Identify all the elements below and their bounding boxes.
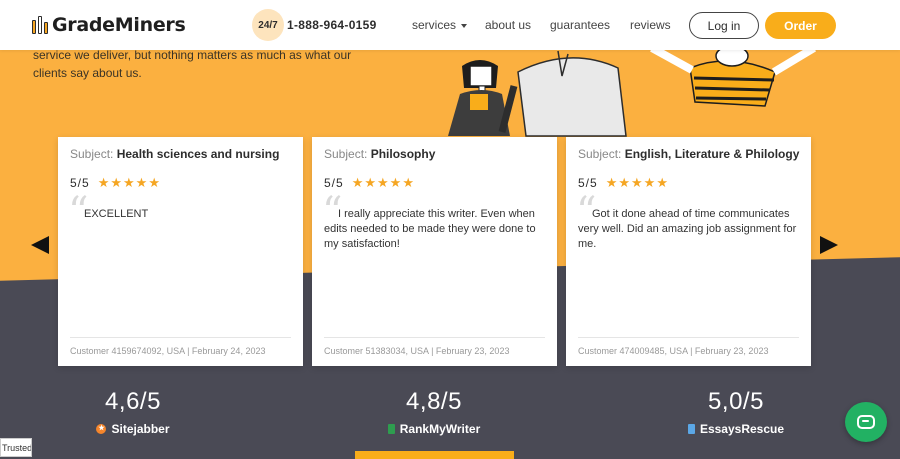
nav-services[interactable]: services xyxy=(412,18,468,32)
rating-value: 5/5 xyxy=(578,176,598,190)
card-divider xyxy=(578,337,799,338)
review-subject: Subject: English, Literature & Philology xyxy=(578,147,799,161)
review-card: Subject: Health sciences and nursing 5/5… xyxy=(58,137,303,366)
review-card: Subject: Philosophy 5/5 ★★★★★ “ I really… xyxy=(312,137,557,366)
active-score-indicator xyxy=(355,451,514,459)
rating-value: 5/5 xyxy=(324,176,344,190)
score-value: 4,6/5 xyxy=(105,388,161,415)
review-meta: Customer 51383034, USA | February 23, 20… xyxy=(324,346,510,356)
score-value: 5,0/5 xyxy=(708,388,764,415)
card-divider xyxy=(324,337,545,338)
score-site: RankMyWriter xyxy=(334,422,534,436)
subject-label: Subject: xyxy=(70,147,114,161)
site-header: GradeMiners 24/7 1-888-964-0159 services… xyxy=(0,0,900,50)
sitejabber-icon: ★ xyxy=(96,424,107,434)
subject-value: Philosophy xyxy=(370,147,436,161)
score-value: 4,8/5 xyxy=(406,388,462,415)
order-button[interactable]: Order xyxy=(765,12,836,39)
nav-guarantees[interactable]: guarantees xyxy=(550,18,610,32)
nav-reviews[interactable]: reviews xyxy=(630,18,671,32)
review-subject: Subject: Philosophy xyxy=(324,147,435,161)
caret-down-icon xyxy=(461,23,468,28)
score-site: ★ Sitejabber xyxy=(33,422,233,436)
nav-services-label: services xyxy=(412,18,457,32)
site-logo[interactable]: GradeMiners xyxy=(32,14,186,36)
five-stars-icon: ★★★★★ xyxy=(97,175,160,190)
five-stars-icon: ★★★★★ xyxy=(351,175,414,190)
review-subject: Subject: Health sciences and nursing xyxy=(70,147,279,161)
live-chat-button[interactable] xyxy=(845,402,887,442)
chat-icon xyxy=(857,415,875,429)
nav-about-us[interactable]: about us xyxy=(485,18,531,32)
review-meta: Customer 4159674092, USA | February 24, … xyxy=(70,346,266,356)
essaysrescue-icon xyxy=(687,424,695,434)
login-button[interactable]: Log in xyxy=(689,12,759,39)
review-meta: Customer 474009485, USA | February 23, 2… xyxy=(578,346,769,356)
subject-value: Health sciences and nursing xyxy=(116,147,280,161)
people-illustration xyxy=(448,46,817,137)
review-text: EXCELLENT xyxy=(84,208,149,220)
score-sitejabber[interactable]: 4,6/5 ★ Sitejabber xyxy=(33,388,233,436)
trustedsite-label: TrustedSite xyxy=(2,442,32,453)
score-essaysrescue[interactable]: 5,0/5 EssaysRescue xyxy=(636,388,836,436)
subject-label: Subject: xyxy=(324,147,368,161)
trustedsite-badge[interactable]: TrustedSite xyxy=(0,438,32,457)
subject-value: English, Literature & Philology xyxy=(624,147,800,161)
reviews-intro-text: service we deliver, but nothing matters … xyxy=(33,48,352,80)
score-site: EssaysRescue xyxy=(636,422,836,436)
card-divider xyxy=(70,337,291,338)
score-site-name: RankMyWriter xyxy=(399,422,481,436)
review-text: I really appreciate this writer. Even wh… xyxy=(324,208,536,250)
subject-label: Subject: xyxy=(578,147,622,161)
rating-value: 5/5 xyxy=(70,176,90,190)
striped-shirt-figure xyxy=(650,46,817,107)
logo-text: GradeMiners xyxy=(52,14,186,36)
prev-review-arrow-icon[interactable] xyxy=(31,236,49,254)
score-site-name: EssaysRescue xyxy=(699,422,785,436)
pencils-logo-icon xyxy=(32,16,48,34)
next-review-arrow-icon[interactable] xyxy=(820,236,838,254)
score-rankmywriter[interactable]: 4,8/5 RankMyWriter xyxy=(334,388,534,436)
rankmywriter-icon xyxy=(387,424,395,434)
score-site-name: Sitejabber xyxy=(111,422,170,436)
review-card: Subject: English, Literature & Philology… xyxy=(566,137,811,366)
man-figure xyxy=(498,50,627,137)
five-stars-icon: ★★★★★ xyxy=(605,175,668,190)
review-text: Got it done ahead of time communicates v… xyxy=(578,208,797,250)
phone-number-link[interactable]: 1-888-964-0159 xyxy=(287,18,377,32)
support-24-7-badge: 24/7 xyxy=(252,9,284,41)
